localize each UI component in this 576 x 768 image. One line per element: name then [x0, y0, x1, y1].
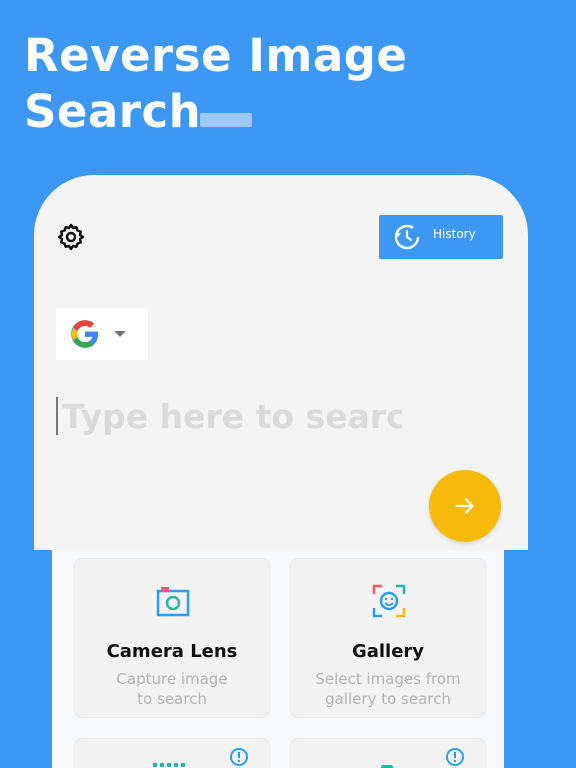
- search-box[interactable]: [56, 394, 416, 438]
- text-cursor: [56, 397, 58, 435]
- google-logo-icon: [71, 320, 99, 348]
- gallery-title: Gallery: [351, 641, 425, 662]
- barcode-dots-icon: [153, 763, 185, 767]
- gallery-desc: Select images from gallery to search: [315, 670, 461, 708]
- history-clock-icon: [394, 224, 420, 250]
- history-button[interactable]: History: [379, 215, 503, 259]
- info-icon[interactable]: [229, 747, 249, 767]
- settings-gear-icon[interactable]: [56, 222, 86, 252]
- camera-lens-desc: Capture image to search: [116, 670, 228, 708]
- gallery-face-icon: [372, 584, 406, 618]
- search-input[interactable]: [62, 396, 402, 436]
- headline-line-2: Search: [24, 85, 202, 138]
- headline-line-1: Reverse Image: [24, 29, 408, 82]
- fourth-tile[interactable]: [290, 738, 486, 768]
- camera-lens-tile[interactable]: Camera Lens Capture image to search: [74, 558, 270, 718]
- chevron-down-icon: [114, 331, 126, 337]
- camera-lens-title: Camera Lens: [106, 641, 238, 662]
- search-go-button[interactable]: [429, 470, 501, 542]
- gallery-tile[interactable]: Gallery Select images from gallery to se…: [290, 558, 486, 718]
- barcode-tile[interactable]: [74, 738, 270, 768]
- history-label: History: [433, 227, 476, 241]
- arrow-right-icon: [455, 498, 474, 514]
- search-engine-selector[interactable]: [56, 308, 148, 360]
- headline-underline-dash: [200, 113, 252, 127]
- partial-icon: [381, 765, 393, 768]
- info-icon[interactable]: [445, 747, 465, 767]
- camera-icon: [156, 587, 190, 617]
